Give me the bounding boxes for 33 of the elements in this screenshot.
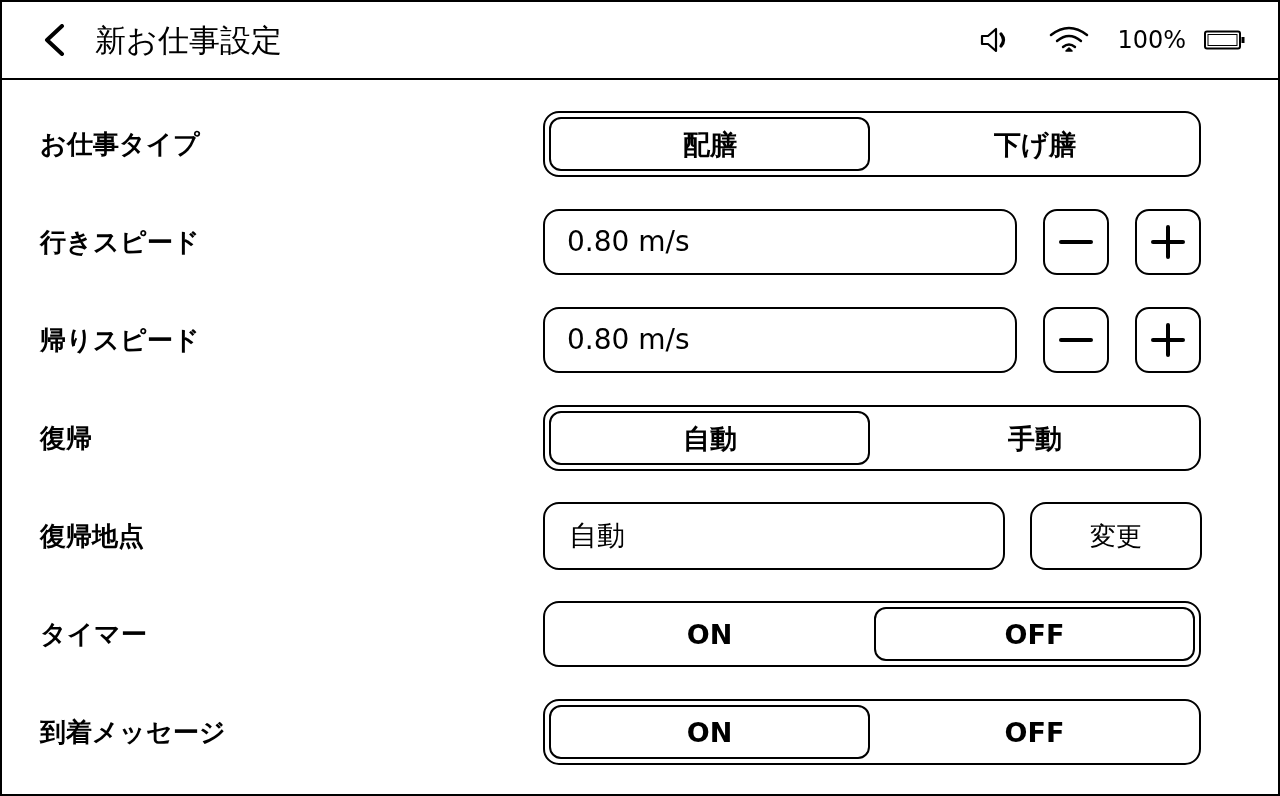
speed-field[interactable]: 0.80 m/s [543, 209, 1017, 275]
increase-button[interactable] [1135, 209, 1201, 275]
segment-option[interactable]: ON [549, 607, 870, 661]
setting-label: お仕事タイプ [40, 131, 201, 157]
setting-label: 行きスピード [40, 229, 201, 255]
decrease-button[interactable] [1043, 307, 1109, 373]
setting-label: 復帰地点 [40, 523, 145, 549]
plus-icon [1151, 225, 1185, 259]
increase-button[interactable] [1135, 307, 1201, 373]
back-button[interactable] [42, 24, 66, 56]
return-point-field: 自動 [543, 502, 1005, 570]
segment-option[interactable]: OFF [874, 705, 1195, 759]
setting-label: 到着メッセージ [40, 719, 227, 745]
wifi-icon [1049, 26, 1090, 54]
chevron-left-icon [42, 24, 66, 56]
minus-icon [1059, 338, 1093, 342]
segment-option[interactable]: 自動 [549, 411, 870, 465]
change-button[interactable]: 変更 [1030, 502, 1202, 570]
page-title: 新お仕事設定 [95, 24, 282, 56]
battery-icon [1204, 30, 1246, 50]
speed-field[interactable]: 0.80 m/s [543, 307, 1017, 373]
setting-label: タイマー [40, 621, 148, 647]
segment-option[interactable]: 配膳 [549, 117, 870, 171]
battery-percentage: 100% [1117, 28, 1186, 52]
plus-icon [1151, 323, 1185, 357]
decrease-button[interactable] [1043, 209, 1109, 275]
setting-label: 帰りスピード [40, 327, 201, 353]
segment-option[interactable]: ON [549, 705, 870, 759]
segment-option[interactable]: 下げ膳 [874, 117, 1195, 171]
setting-label: 復帰 [40, 425, 93, 451]
segment-option[interactable]: 手動 [874, 411, 1195, 465]
segment-option[interactable]: OFF [874, 607, 1195, 661]
minus-icon [1059, 240, 1093, 244]
